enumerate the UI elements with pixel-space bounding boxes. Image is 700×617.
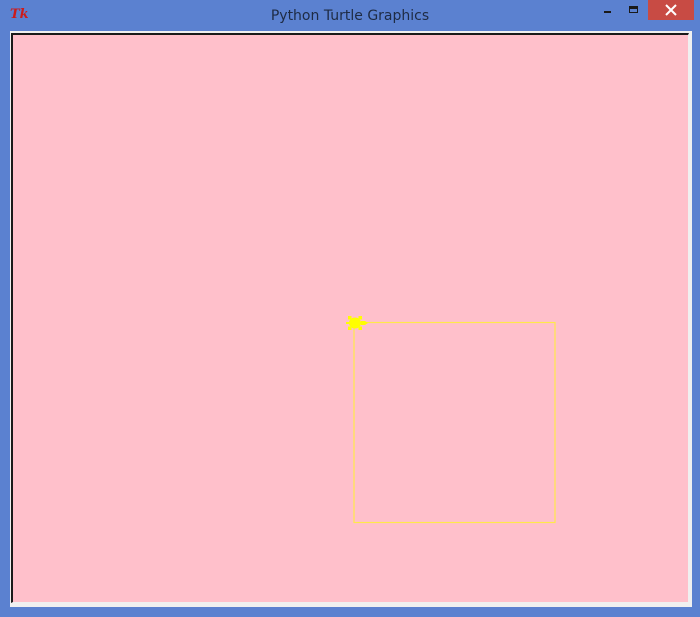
maximize-button[interactable] <box>621 0 647 20</box>
close-button[interactable] <box>648 0 694 20</box>
minimize-button[interactable] <box>594 0 620 20</box>
turtle-canvas[interactable] <box>13 35 688 602</box>
canvas-frame <box>11 33 689 603</box>
title-bar[interactable]: Tk Python Turtle Graphics <box>0 0 700 31</box>
tk-app-icon[interactable]: Tk <box>10 6 32 24</box>
window-client-area <box>10 31 692 607</box>
close-icon <box>665 4 677 16</box>
window-title: Python Turtle Graphics <box>270 8 430 24</box>
app-window: Tk Python Turtle Graphics <box>0 0 700 617</box>
